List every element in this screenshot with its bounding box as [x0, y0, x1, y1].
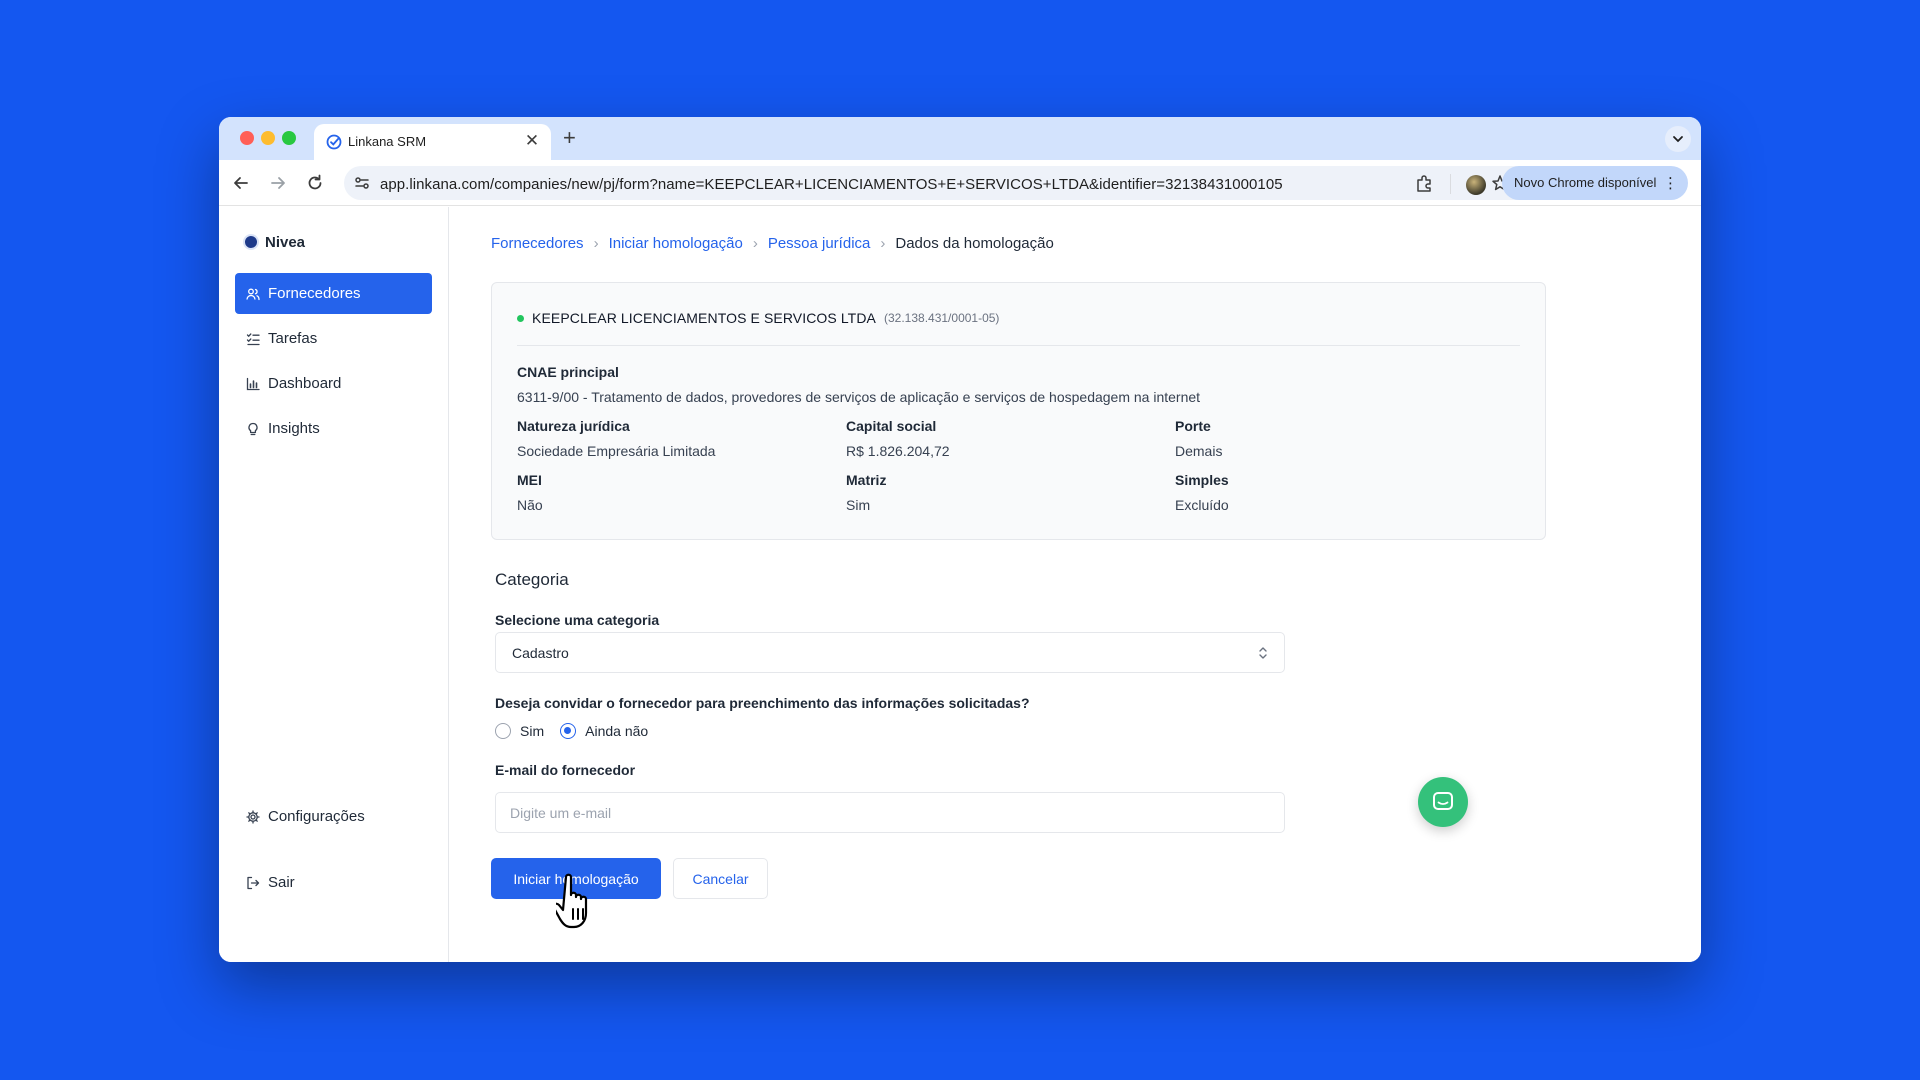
profile-avatar[interactable] [1466, 175, 1486, 195]
sidebar-item-tarefas[interactable]: Tarefas [235, 318, 432, 359]
tab-title: Linkana SRM [348, 134, 427, 149]
company-name: KEEPCLEAR LICENCIAMENTOS E SERVICOS LTDA [532, 310, 876, 326]
radio-ainda-nao-label: Ainda não [585, 723, 649, 739]
sidebar-item-dashboard[interactable]: Dashboard [235, 363, 432, 404]
update-label: Novo Chrome disponível [1514, 175, 1657, 190]
site-settings-icon[interactable] [354, 175, 370, 191]
natureza-label: Natureza jurídica [517, 418, 630, 434]
start-homologation-button[interactable]: Iniciar homologação [491, 858, 661, 899]
breadcrumb: Fornecedores › Iniciar homologação › Pes… [491, 235, 1054, 252]
chevron-down-icon [1673, 136, 1683, 143]
category-selected-value: Cadastro [512, 645, 569, 661]
matriz-label: Matriz [846, 472, 887, 488]
sidebar-item-fornecedores[interactable]: Fornecedores [235, 273, 432, 314]
chevron-right-icon: › [752, 235, 758, 252]
reload-icon[interactable] [305, 173, 325, 193]
sidebar-item-sair[interactable]: Sair [235, 862, 432, 903]
cnae-value: 6311-9/00 - Tratamento de dados, provedo… [517, 389, 1201, 405]
invite-question: Deseja convidar o fornecedor para preenc… [495, 695, 1030, 711]
browser-toolbar: app.linkana.com/companies/new/pj/form?na… [219, 160, 1701, 206]
category-label: Selecione uma categoria [495, 612, 660, 628]
sidebar-item-label: Sair [268, 874, 295, 891]
sidebar: Nivea Fornecedores Tarefas Dashboard Ins… [219, 207, 449, 962]
breadcrumb-link[interactable]: Iniciar homologação [609, 235, 743, 252]
new-tab-button[interactable]: + [563, 125, 576, 151]
capital-label: Capital social [846, 418, 937, 434]
logout-icon [247, 876, 260, 889]
radio-sim-circle[interactable] [495, 723, 511, 739]
natureza-value: Sociedade Empresária Limitada [517, 443, 716, 459]
toolbar-divider [1450, 174, 1451, 194]
chat-button[interactable] [1418, 777, 1468, 827]
cnae-label: CNAE principal [517, 364, 619, 380]
minimize-window-button[interactable] [261, 131, 275, 145]
browser-window: Linkana SRM ✕ + app.linkana.com/companie… [219, 117, 1701, 962]
mei-label: MEI [517, 472, 542, 488]
email-label: E-mail do fornecedor [495, 762, 636, 778]
chat-icon [1433, 792, 1453, 810]
maximize-window-button[interactable] [282, 131, 296, 145]
extensions-icon[interactable] [1414, 174, 1434, 194]
company-card: KEEPCLEAR LICENCIAMENTOS E SERVICOS LTDA… [491, 282, 1546, 540]
sidebar-item-label: Fornecedores [268, 285, 361, 302]
category-select[interactable]: Cadastro [495, 632, 1285, 673]
simples-value: Excluído [1175, 497, 1229, 513]
url-text: app.linkana.com/companies/new/pj/form?na… [380, 176, 1283, 193]
org-logo [243, 234, 259, 250]
chevron-right-icon: › [880, 235, 886, 252]
chevron-right-icon: › [593, 235, 599, 252]
sidebar-item-label: Tarefas [268, 330, 318, 347]
bar-chart-icon [246, 377, 260, 390]
cancel-button[interactable]: Cancelar [673, 858, 768, 899]
company-header: KEEPCLEAR LICENCIAMENTOS E SERVICOS LTDA… [517, 310, 999, 326]
org-name: Nivea [265, 233, 306, 251]
gear-icon [246, 809, 260, 824]
radio-ainda-nao[interactable]: Ainda não [560, 723, 648, 739]
linkana-favicon-icon [326, 134, 342, 150]
tab-close-icon[interactable]: ✕ [523, 131, 541, 151]
porte-value: Demais [1175, 443, 1223, 459]
close-window-button[interactable] [240, 131, 254, 145]
tab-strip: Linkana SRM ✕ + [219, 117, 1701, 160]
invite-radio-group: Sim Ainda não [495, 723, 648, 739]
more-menu-icon[interactable]: ⋮ [1663, 174, 1678, 192]
chrome-update-button[interactable]: Novo Chrome disponível ⋮ [1502, 166, 1688, 200]
tab-linkana[interactable]: Linkana SRM ✕ [314, 124, 551, 160]
card-divider [517, 345, 1520, 346]
users-icon [246, 288, 260, 300]
breadcrumb-link[interactable]: Fornecedores [491, 235, 584, 252]
status-dot [517, 314, 524, 322]
org-switcher[interactable]: Nivea [243, 233, 305, 251]
section-title: Categoria [495, 570, 569, 589]
company-cnpj: (32.138.431/0001-05) [884, 311, 1000, 325]
sidebar-item-label: Configurações [268, 808, 365, 825]
radio-sim-label: Sim [520, 723, 545, 739]
main-content: Fornecedores › Iniciar homologação › Pes… [450, 207, 1701, 962]
back-icon[interactable] [231, 173, 251, 193]
capital-value: R$ 1.826.204,72 [846, 443, 950, 459]
tab-search-button[interactable] [1665, 126, 1691, 152]
sidebar-item-label: Dashboard [268, 375, 342, 392]
chevron-up-down-icon [1259, 647, 1267, 659]
breadcrumb-link[interactable]: Pessoa jurídica [768, 235, 871, 252]
email-field[interactable] [495, 792, 1285, 833]
simples-label: Simples [1175, 472, 1229, 488]
sidebar-item-configuracoes[interactable]: Configurações [235, 796, 432, 837]
breadcrumb-current: Dados da homologação [895, 235, 1054, 252]
forward-icon[interactable] [268, 173, 288, 193]
radio-sim[interactable]: Sim [495, 723, 544, 739]
mei-value: Não [517, 497, 543, 513]
lightbulb-icon [248, 422, 258, 435]
list-check-icon [246, 332, 260, 345]
radio-ainda-nao-circle[interactable] [560, 723, 577, 739]
matriz-value: Sim [846, 497, 871, 513]
sidebar-item-insights[interactable]: Insights [235, 408, 432, 449]
porte-label: Porte [1175, 418, 1211, 434]
sidebar-item-label: Insights [268, 420, 320, 437]
